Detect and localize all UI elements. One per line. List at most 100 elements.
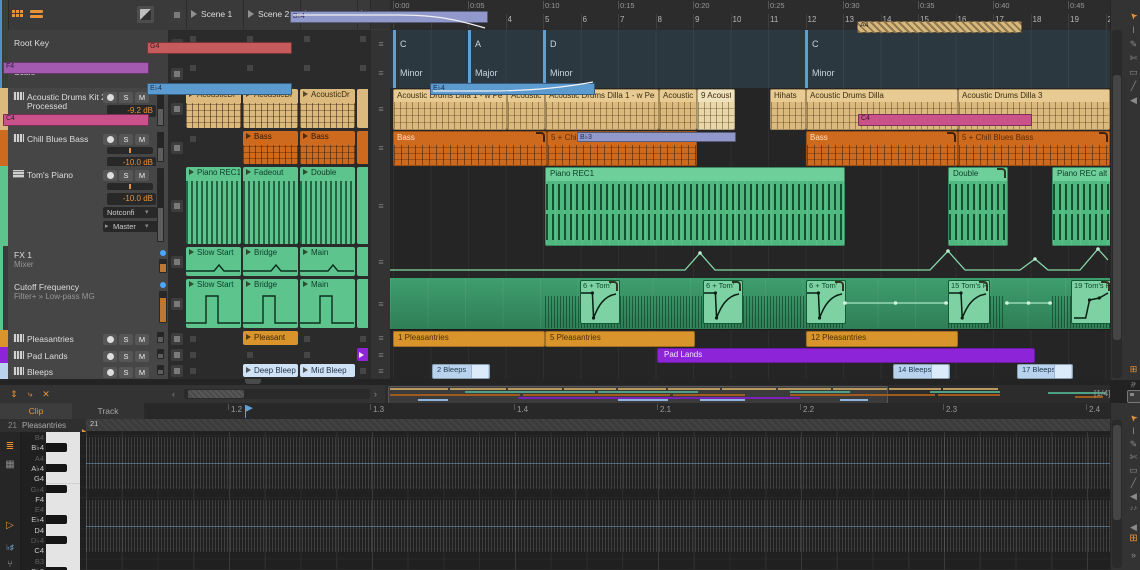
clip-play-icon[interactable] [246, 133, 251, 139]
empty-clip-slot[interactable] [304, 352, 310, 358]
track-header-piano[interactable]: Tom's PianoSM-10.0 dBNotconfi▾Master▸▾ [8, 166, 168, 247]
launcher-clip[interactable]: Fadeout [243, 167, 298, 244]
clip-stop-button[interactable] [171, 365, 183, 377]
launcher-clip[interactable]: Mid Bleep [300, 364, 355, 377]
editor-vscrollbar-thumb[interactable] [1113, 425, 1121, 520]
mute-button[interactable]: M [135, 134, 149, 145]
clip-play-icon[interactable] [246, 367, 251, 373]
record-arm-button[interactable] [103, 351, 117, 362]
mute-button[interactable]: M [135, 334, 149, 345]
midi-note[interactable]: A4 [857, 21, 1022, 33]
launcher-clip[interactable]: Slow Start [186, 279, 241, 328]
clip-play-icon[interactable] [303, 133, 308, 139]
section-marker[interactable] [393, 59, 396, 88]
scene-options-icon[interactable]: ≡ [370, 88, 391, 131]
automation-clip[interactable]: 6 + Tom' [703, 280, 743, 324]
editor-clip-region-bar[interactable] [86, 419, 1110, 432]
launcher-clip-partial[interactable] [357, 89, 368, 128]
arranger-clip[interactable]: Acoustic Drums Dilla 1 - w Perc [545, 89, 659, 130]
automation-clip[interactable]: 15 Tom's F [948, 280, 990, 324]
scene-play-icon[interactable] [248, 10, 254, 18]
scene-options-icon[interactable]: ≡ [370, 330, 391, 348]
arranger-vscrollbar-thumb[interactable] [1113, 75, 1121, 340]
volume-value[interactable]: -10.0 dB [107, 193, 156, 205]
empty-clip-slot[interactable] [247, 65, 253, 71]
automation-active-dot[interactable] [160, 282, 166, 288]
arranger-clip[interactable]: Acoustic D [659, 89, 697, 130]
launcher-clip[interactable]: Slow Start [186, 247, 241, 276]
arranger-clip[interactable]: Piano REC alt [1052, 167, 1112, 246]
note-list-icon[interactable]: ≣ [2, 440, 18, 453]
pencil-tool[interactable]: ✎ [1127, 438, 1140, 450]
audition-tool[interactable]: ◀ [1127, 94, 1140, 106]
audition-play-icon[interactable]: ▷ [2, 519, 18, 532]
section-marker[interactable] [543, 30, 546, 59]
clip-stop-button[interactable] [171, 200, 183, 212]
arranger-clip[interactable]: 17 Bleeps [1017, 364, 1073, 379]
scene-options-icon[interactable]: ≡ [370, 130, 391, 167]
automation-clip[interactable]: 6 + Tom' [580, 280, 620, 324]
launcher-clip[interactable]: AcousticDr [300, 89, 355, 128]
midi-note[interactable]: B♭4 [290, 11, 488, 23]
clip-play-icon[interactable] [189, 249, 194, 255]
piano-key-black[interactable] [46, 464, 67, 472]
midi-note[interactable]: F4 [3, 62, 149, 74]
empty-clip-slot[interactable] [190, 352, 196, 358]
arranger-lane-bleeps[interactable] [390, 363, 1110, 380]
scroll-left-arrow[interactable]: ‹ [172, 388, 182, 400]
solo-button[interactable]: S [119, 351, 133, 362]
track-header-padlands[interactable]: Pad LandsSM [8, 347, 168, 364]
clip-play-icon[interactable] [303, 281, 308, 287]
output-chooser-dropdown[interactable]: Master▸▾ [103, 221, 163, 232]
clip-play-icon[interactable] [246, 281, 251, 287]
record-arm-button[interactable] [103, 92, 117, 103]
empty-clip-slot[interactable] [190, 336, 196, 342]
record-arm-button[interactable] [103, 334, 117, 345]
track-header-fx1[interactable]: FX 1Mixer [8, 246, 168, 279]
clip-stop-button[interactable] [171, 256, 183, 268]
follow-icon[interactable]: ⤷ [24, 388, 36, 400]
launcher-clip-partial[interactable] [357, 131, 368, 164]
arranger-clip[interactable]: 5 Pleasantries [545, 331, 695, 347]
piano-key-black[interactable] [46, 515, 67, 523]
snap-grid-toggle[interactable]: ⊞ [1127, 533, 1140, 545]
arranger-lines-icon[interactable] [30, 10, 43, 20]
clip-play-icon[interactable] [189, 169, 194, 175]
track-header-pleasantries[interactable]: PleasantriesSM [8, 330, 168, 348]
midi-note[interactable]: E♭4 [430, 83, 595, 95]
clip-stop-button[interactable] [171, 349, 183, 361]
stop-all-clips-button[interactable] [171, 9, 183, 21]
piano-roll-grid[interactable] [80, 432, 1110, 570]
scene-play-icon[interactable] [191, 10, 197, 18]
pan-slider[interactable] [107, 183, 153, 190]
scroll-right-arrow[interactable]: › [374, 388, 384, 400]
midi-note[interactable]: E♭4 [147, 83, 292, 95]
empty-clip-slot[interactable] [190, 368, 196, 374]
arranger-clip[interactable]: 14 Bleeps [893, 364, 950, 379]
track-header-bass[interactable]: Chill Blues BassSM-10.0 dB [8, 130, 168, 167]
section-marker[interactable] [805, 59, 808, 88]
launcher-clip-partial[interactable] [357, 247, 368, 276]
launcher-clip[interactable]: Deep Bleep [243, 364, 298, 377]
track-header-bleeps[interactable]: BleepsSM [8, 363, 168, 380]
arranger-clip[interactable]: Bass [806, 131, 958, 166]
speaker-tool[interactable]: ◀ [1127, 490, 1140, 502]
section-marker[interactable] [468, 30, 471, 59]
automation-clip[interactable]: 6 + Tom' [806, 280, 846, 324]
empty-clip-slot[interactable] [360, 65, 366, 71]
arranger-clip[interactable]: Piano REC1 [545, 167, 845, 246]
text-tool[interactable]: I [1127, 425, 1140, 437]
empty-clip-slot[interactable] [190, 65, 196, 71]
mute-button[interactable]: M [135, 170, 149, 181]
tab-track[interactable]: Track [72, 403, 145, 419]
clip-play-icon[interactable] [303, 91, 308, 97]
midi-note[interactable]: G4 [147, 42, 292, 54]
mute-button[interactable]: M [135, 367, 149, 378]
clip-stop-button[interactable] [171, 103, 183, 115]
launcher-clip[interactable]: Main [300, 279, 355, 328]
eraser-tool[interactable]: ▭ [1127, 66, 1140, 78]
empty-clip-slot[interactable] [190, 136, 196, 142]
scene-options-icon[interactable]: ≡ [370, 278, 391, 331]
input-chooser-dropdown[interactable]: Notconfi▾ [103, 207, 157, 218]
clip-launcher-grid-icon[interactable] [12, 10, 23, 17]
